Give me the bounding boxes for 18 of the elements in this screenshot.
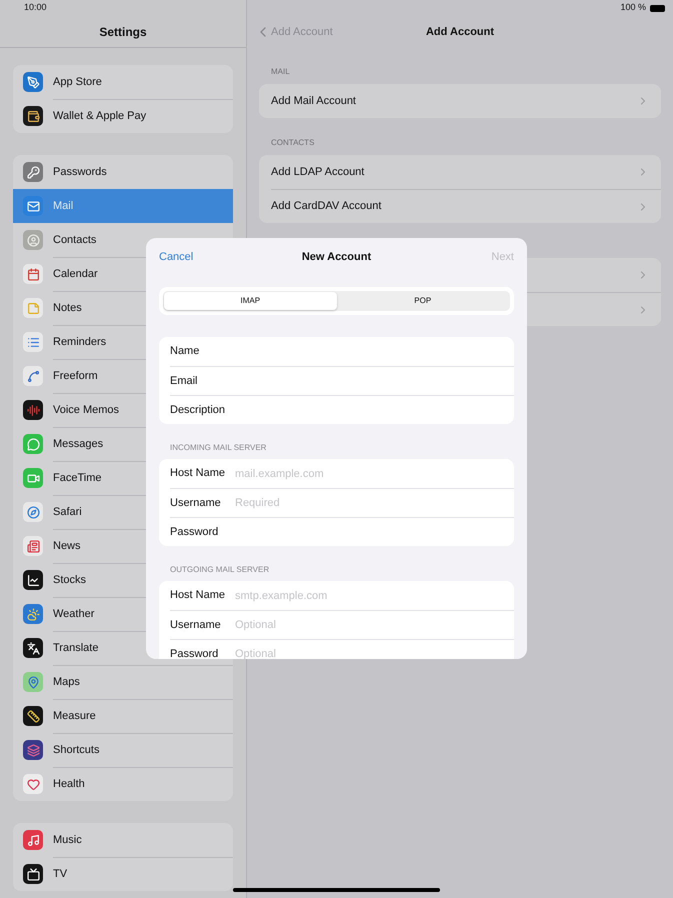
sidebar-title: Settings — [99, 24, 147, 40]
field-label: Password — [170, 646, 220, 659]
field-label: Email — [170, 374, 199, 389]
section-header: CONTACTS — [270, 137, 316, 149]
status-time: 10:00 — [24, 1, 47, 14]
field-label: Host Name — [170, 466, 226, 482]
section-header: MAIL — [270, 66, 291, 78]
field-label: Password — [170, 524, 220, 540]
field-label: Name — [170, 344, 200, 360]
field-label: Username — [170, 618, 222, 633]
section-header: INCOMING MAIL SERVER — [169, 442, 268, 454]
field-label: Host Name — [170, 588, 226, 604]
sheet-title: New Account — [302, 250, 372, 265]
field-label: Username — [170, 496, 222, 511]
section-header: OUTGOING MAIL SERVER — [169, 564, 270, 576]
field-label: Description — [170, 402, 226, 418]
page-title: Add Account — [426, 24, 494, 40]
battery-percent: 100 % — [620, 1, 646, 14]
